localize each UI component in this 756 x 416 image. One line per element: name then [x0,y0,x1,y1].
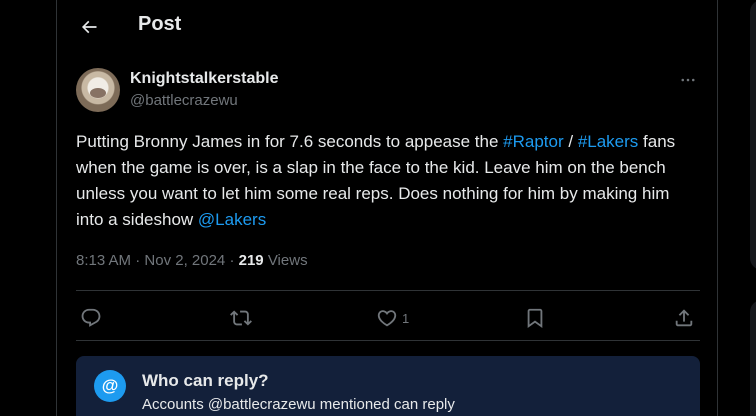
bookmark-icon [527,308,543,329]
hashtag-link-raptor[interactable]: #Raptor [503,132,563,151]
avatar[interactable] [76,68,120,112]
tweet-text-segment: / [563,132,578,151]
at-sign-icon: @ [94,370,126,402]
tweet-text: Putting Bronny James in for 7.6 seconds … [76,129,676,233]
author-display-name[interactable]: Knightstalkerstable [130,70,278,88]
left-column-border [56,0,57,416]
tweet-date[interactable]: Nov 2, 2024 [144,252,225,269]
page-header: Post [57,0,717,52]
reply-restriction-title: Who can reply? [142,371,269,390]
action-bar: 1 [76,301,700,335]
tweet-text-segment: Putting Bronny James in for 7.6 seconds … [76,132,504,151]
views-count: 219 [238,252,264,269]
arrow-left-icon [81,20,97,34]
meta-separator: · [225,252,239,269]
right-column-border [717,0,718,416]
mention-link-lakers[interactable]: @Lakers [198,210,266,229]
page-title: Post [138,13,182,35]
like-count: 1 [402,310,410,326]
share-icon [675,309,693,327]
tweet-time[interactable]: 8:13 AM [76,252,131,269]
meta-separator: · [131,252,145,269]
hashtag-link-lakers[interactable]: #Lakers [578,132,638,151]
sidebar-widget [750,0,756,270]
more-icon [681,78,695,82]
reply-restriction-subtitle: Accounts @battlecrazewu mentioned can re… [142,396,455,413]
tweet-metadata: 8:13 AM · Nov 2, 2024 · 219 Views [76,252,308,269]
sidebar-widget-lower [750,300,756,416]
more-options-button[interactable] [676,70,700,90]
share-button[interactable] [673,301,695,335]
reply-button[interactable] [80,301,102,335]
like-button[interactable]: 1 [376,301,409,335]
reply-restriction-banner: @ Who can reply? Accounts @battlecrazewu… [76,356,700,416]
views-label: Views [267,252,308,269]
back-button[interactable] [73,11,105,43]
divider [76,340,700,341]
author-handle[interactable]: @battlecrazewu [130,92,238,109]
bookmark-button[interactable] [524,301,546,335]
heart-icon [377,310,397,327]
post-page: Post Knightstalkerstable @battlecrazewu … [0,0,756,416]
retweet-button[interactable] [230,301,252,335]
retweet-icon [230,310,252,326]
divider [76,290,700,291]
reply-icon [81,308,101,327]
